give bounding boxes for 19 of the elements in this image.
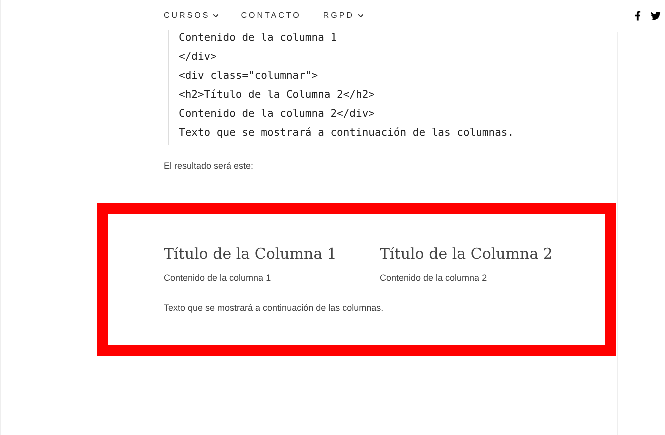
code-line: <div class="columnar"> xyxy=(179,69,320,84)
code-line: Texto que se mostrará a continuación de las columnas. xyxy=(179,126,516,141)
chevron-down-icon xyxy=(213,13,220,19)
nav-link[interactable]: RGPD xyxy=(323,10,364,22)
result-intro: El resultado será este: xyxy=(164,160,255,173)
chevron-down-icon xyxy=(358,13,364,19)
code-line: Contenido de la columna 2</div> xyxy=(179,107,376,122)
column-title: Título de la Columna 1 xyxy=(164,244,338,264)
footer-text: Texto que se mostrará a continuación de las columnas. xyxy=(164,302,385,315)
code-line: <h2>Título de la Columna 2</h2> xyxy=(179,88,376,103)
column-content: Contenido de la columna 2 xyxy=(380,272,488,284)
nav-link[interactable]: CURSOS xyxy=(164,10,220,22)
column-content: Contenido de la columna 1 xyxy=(164,272,272,284)
code-line: </div> xyxy=(179,50,218,65)
nav-link[interactable]: CONTACTO xyxy=(241,10,302,22)
facebook-icon[interactable] xyxy=(635,11,641,21)
code-line: Contenido de la columna 1 xyxy=(179,31,338,46)
column-title: Título de la Columna 2 xyxy=(380,244,554,264)
twitter-icon[interactable] xyxy=(651,11,661,21)
